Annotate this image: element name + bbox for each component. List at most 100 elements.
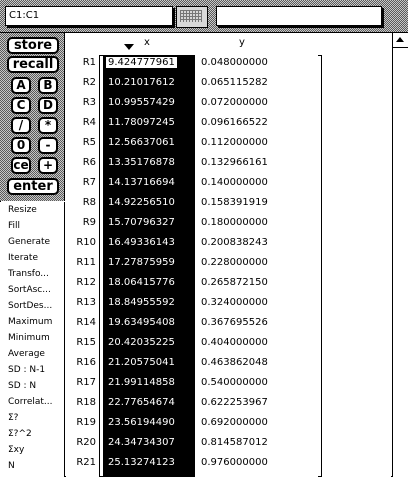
row-label[interactable]: R15 — [66, 337, 96, 348]
cell-x[interactable]: 18.06415776 — [108, 277, 175, 288]
function-item-generate[interactable]: Generate — [0, 234, 64, 250]
cell-x[interactable]: 18.84955592 — [108, 297, 175, 308]
function-item-fill[interactable]: Fill — [0, 218, 64, 234]
cell-x[interactable]: 16.49336143 — [108, 237, 175, 248]
function-item-correlation[interactable]: Correlat... — [0, 394, 64, 410]
function-item-minimum[interactable]: Minimum — [0, 330, 64, 346]
register-d-button[interactable]: D — [38, 97, 58, 114]
cell-y[interactable]: 0.814587012 — [201, 437, 268, 448]
function-item-average[interactable]: Average — [0, 346, 64, 362]
cell-x[interactable]: 22.77654674 — [108, 397, 175, 408]
cell-x[interactable]: 24.34734307 — [108, 437, 175, 448]
row-label[interactable]: R17 — [66, 377, 96, 388]
cell-x[interactable]: 23.56194490 — [108, 417, 175, 428]
column-sort-arrow-icon[interactable] — [124, 44, 134, 50]
cell-x[interactable]: 12.56637061 — [108, 137, 175, 148]
function-item-sum-x-squared[interactable]: Σ?^2 — [0, 426, 64, 442]
function-item-n[interactable]: N — [0, 458, 64, 474]
cell-y[interactable]: 0.112000000 — [201, 137, 268, 148]
cell-x[interactable]: 10.99557429 — [108, 97, 175, 108]
cell-x[interactable]: 17.27875959 — [108, 257, 175, 268]
function-item-transform[interactable]: Transfo... — [0, 266, 64, 282]
row-label[interactable]: R14 — [66, 317, 96, 328]
cell-y[interactable]: 0.540000000 — [201, 377, 268, 388]
cell-x[interactable]: 14.13716694 — [108, 177, 175, 188]
row-label[interactable]: R19 — [66, 417, 96, 428]
function-item-sum-x[interactable]: Σ? — [0, 410, 64, 426]
cell-y[interactable]: 0.622253967 — [201, 397, 268, 408]
cell-y[interactable]: 0.140000000 — [201, 177, 268, 188]
cell-reference-field[interactable]: C1:C1 — [5, 6, 173, 26]
plus-button[interactable]: + — [38, 157, 58, 174]
row-label[interactable]: R3 — [66, 97, 96, 108]
cell-y[interactable]: 0.096166522 — [201, 117, 268, 128]
cell-x[interactable]: 11.78097245 — [108, 117, 175, 128]
cell-y[interactable]: 0.692000000 — [201, 417, 268, 428]
cell-x[interactable]: 19.63495408 — [108, 317, 175, 328]
cell-y[interactable]: 0.200838243 — [201, 237, 268, 248]
function-item-sd-n-1[interactable]: SD : N-1 — [0, 362, 64, 378]
row-label[interactable]: R7 — [66, 177, 96, 188]
row-label[interactable]: R8 — [66, 197, 96, 208]
divide-button[interactable]: / — [11, 117, 31, 134]
function-item-sort-descending[interactable]: SortDes... — [0, 298, 64, 314]
function-item-sd-n[interactable]: SD : N — [0, 378, 64, 394]
zero-button[interactable]: 0 — [11, 137, 31, 154]
column-header-y[interactable]: y — [239, 37, 245, 48]
row-label[interactable]: R11 — [66, 257, 96, 268]
cell-y[interactable]: 0.048000000 — [201, 57, 268, 68]
column-header-x[interactable]: x — [144, 37, 150, 48]
row-label[interactable]: R16 — [66, 357, 96, 368]
function-item-sum-xy[interactable]: Σxy — [0, 442, 64, 458]
cell-x[interactable]: 10.21017612 — [108, 77, 175, 88]
enter-button[interactable]: enter — [7, 178, 59, 195]
clear-entry-button[interactable]: ce — [11, 157, 31, 174]
cell-y[interactable]: 0.158391919 — [201, 197, 268, 208]
function-item-resize[interactable]: Resize — [0, 202, 64, 218]
row-label[interactable]: R2 — [66, 77, 96, 88]
row-label[interactable]: R18 — [66, 397, 96, 408]
row-label[interactable]: R5 — [66, 137, 96, 148]
cell-y[interactable]: 0.976000000 — [201, 457, 268, 468]
row-label[interactable]: R20 — [66, 437, 96, 448]
scroll-up-arrow-icon[interactable] — [393, 33, 408, 48]
cell-y[interactable]: 0.367695526 — [201, 317, 268, 328]
row-label[interactable]: R13 — [66, 297, 96, 308]
row-label[interactable]: R10 — [66, 237, 96, 248]
cell-y[interactable]: 0.132966161 — [201, 157, 268, 168]
cell-x[interactable]: 20.42035225 — [108, 337, 175, 348]
cell-y[interactable]: 0.265872150 — [201, 277, 268, 288]
row-label[interactable]: R6 — [66, 157, 96, 168]
vertical-scrollbar[interactable] — [392, 33, 408, 477]
row-label[interactable]: R9 — [66, 217, 96, 228]
cell-x[interactable]: 9.424777961 — [106, 57, 177, 68]
row-label[interactable]: R1 — [66, 57, 96, 68]
row-label[interactable]: R4 — [66, 117, 96, 128]
register-a-button[interactable]: A — [11, 77, 31, 94]
function-item-sort-ascending[interactable]: SortAsc... — [0, 282, 64, 298]
cell-x[interactable]: 21.99114858 — [108, 377, 175, 388]
register-b-button[interactable]: B — [38, 77, 58, 94]
cell-x[interactable]: 15.70796327 — [108, 217, 175, 228]
register-c-button[interactable]: C — [11, 97, 31, 114]
store-button[interactable]: store — [7, 37, 59, 54]
cell-y[interactable]: 0.463862048 — [201, 357, 268, 368]
cell-y[interactable]: 0.228000000 — [201, 257, 268, 268]
recall-button[interactable]: recall — [7, 56, 59, 73]
minus-button[interactable]: - — [38, 137, 58, 154]
cell-x[interactable]: 14.92256510 — [108, 197, 175, 208]
cell-x[interactable]: 25.13274123 — [108, 457, 175, 468]
row-label[interactable]: R21 — [66, 457, 96, 468]
function-item-maximum[interactable]: Maximum — [0, 314, 64, 330]
grid-toggle-button[interactable] — [176, 6, 208, 28]
cell-y[interactable]: 0.072000000 — [201, 97, 268, 108]
cell-y[interactable]: 0.404000000 — [201, 337, 268, 348]
cell-entry-field[interactable] — [216, 6, 382, 26]
row-label[interactable]: R12 — [66, 277, 96, 288]
cell-y[interactable]: 0.180000000 — [201, 217, 268, 228]
cell-x[interactable]: 21.20575041 — [108, 357, 175, 368]
multiply-button[interactable]: * — [38, 117, 58, 134]
cell-y[interactable]: 0.065115282 — [201, 77, 268, 88]
function-item-iterate[interactable]: Iterate — [0, 250, 64, 266]
cell-x[interactable]: 13.35176878 — [108, 157, 175, 168]
